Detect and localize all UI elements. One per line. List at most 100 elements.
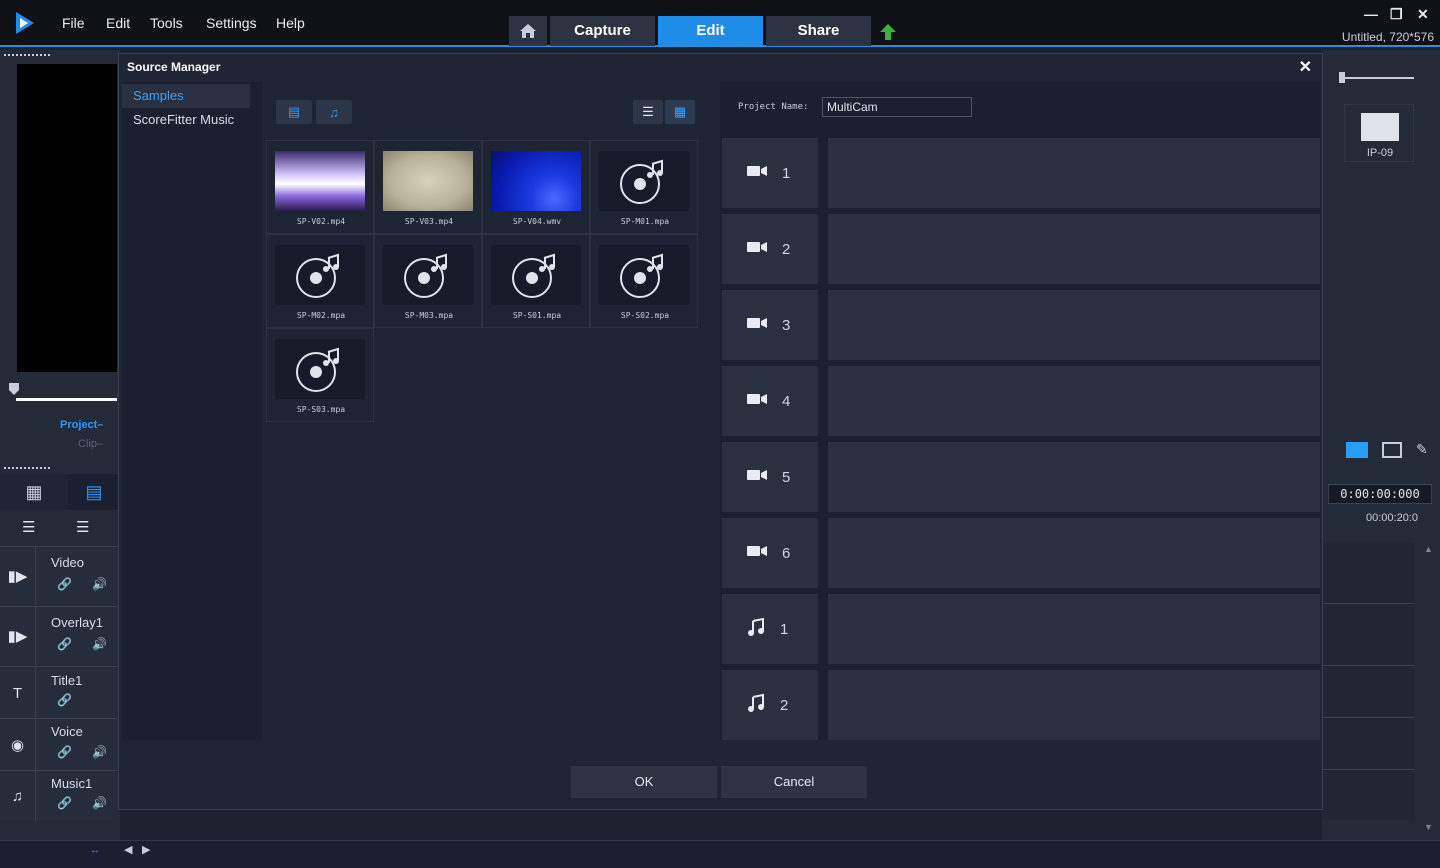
- menu-tools[interactable]: Tools: [150, 15, 183, 31]
- bottom-bar: ↔ ◀ ▶: [0, 840, 1440, 868]
- drag-handle[interactable]: [4, 54, 50, 58]
- media-thumbnail[interactable]: SP-M02.mpa: [266, 234, 374, 328]
- source-drop-track[interactable]: [828, 442, 1320, 512]
- media-thumbnail[interactable]: SP-S01.mpa: [482, 234, 590, 328]
- restore-icon[interactable]: ❐: [1390, 6, 1403, 23]
- source-drop-track[interactable]: [828, 518, 1320, 588]
- media-thumbnail[interactable]: SP-V04.wmv: [482, 140, 590, 234]
- link-icon[interactable]: 🔗: [57, 637, 72, 651]
- link-icon[interactable]: 🔗: [57, 745, 72, 759]
- split-view-icon[interactable]: [1382, 442, 1402, 458]
- media-thumbnail[interactable]: SP-S02.mpa: [590, 234, 698, 328]
- volume-icon[interactable]: 🔊: [92, 745, 107, 759]
- media-filename: SP-V02.mp4: [296, 217, 346, 226]
- source-drop-track[interactable]: [828, 594, 1320, 664]
- mic-icon: ◉: [0, 719, 36, 771]
- tab-capture[interactable]: Capture: [550, 16, 655, 46]
- scroll-down-icon[interactable]: ▼: [1424, 822, 1433, 832]
- source-label: 3: [722, 290, 818, 360]
- media-thumbnail[interactable]: SP-M03.mpa: [374, 234, 482, 328]
- home-button[interactable]: [509, 16, 547, 46]
- volume-icon[interactable]: 🔊: [92, 577, 107, 591]
- library-view-icon[interactable]: [1346, 442, 1368, 458]
- volume-icon[interactable]: 🔊: [92, 637, 107, 651]
- source-number: 1: [780, 620, 789, 638]
- media-thumbnail[interactable]: SP-V03.mp4: [374, 140, 482, 234]
- media-thumbnail[interactable]: SP-S03.mpa: [266, 328, 374, 422]
- project-name-input[interactable]: MultiCam: [822, 97, 972, 117]
- source-label: 5: [722, 442, 818, 512]
- thumbnail-view-icon[interactable]: ▦: [665, 100, 695, 124]
- timeline-lane[interactable]: [1322, 666, 1414, 718]
- track-music1[interactable]: ♫ Music1 🔗 🔊: [0, 770, 117, 821]
- source-drop-track[interactable]: [828, 214, 1320, 284]
- timeline-lane[interactable]: [1322, 604, 1414, 666]
- library-item-samples[interactable]: Samples: [122, 84, 250, 108]
- project-mode-label[interactable]: Project–: [60, 419, 103, 431]
- scrubber-bar[interactable]: [16, 398, 117, 401]
- upload-arrow-icon[interactable]: [878, 22, 898, 42]
- menu-file[interactable]: File: [62, 15, 85, 31]
- scroll-left-icon[interactable]: ◀: [124, 843, 132, 856]
- tab-edit[interactable]: Edit: [658, 16, 763, 46]
- track-manager-icon[interactable]: ☰: [22, 518, 35, 536]
- zoom-slider-handle[interactable]: [1339, 72, 1345, 83]
- cancel-button[interactable]: Cancel: [721, 766, 867, 798]
- show-video-icon[interactable]: ▤: [276, 100, 312, 124]
- source-label: 6: [722, 518, 818, 588]
- volume-icon[interactable]: 🔊: [92, 796, 107, 810]
- multicam-setup: Project Name: MultiCam 1 2 3 4 5 6 1 2: [720, 82, 1320, 740]
- timeline-view-icon[interactable]: ▤: [68, 474, 120, 510]
- library-panel: IP-09 ✎: [1322, 50, 1440, 462]
- show-audio-icon[interactable]: ♫: [316, 100, 352, 124]
- scroll-up-icon[interactable]: ▲: [1424, 544, 1433, 554]
- media-thumbnail[interactable]: SP-V02.mp4: [266, 140, 374, 234]
- drag-handle[interactable]: [4, 467, 50, 471]
- link-icon[interactable]: 🔗: [57, 577, 72, 591]
- timeline-lane[interactable]: [1322, 770, 1414, 820]
- menu-help[interactable]: Help: [276, 15, 305, 31]
- library-item-scorefitter[interactable]: ScoreFitter Music: [122, 108, 250, 132]
- fit-project-icon[interactable]: ↔: [90, 845, 100, 856]
- track-video[interactable]: ▮▶ Video 🔗 🔊: [0, 546, 117, 605]
- source-number: 5: [782, 468, 791, 486]
- timeline-lane[interactable]: [1322, 718, 1414, 770]
- link-icon[interactable]: 🔗: [57, 693, 72, 707]
- audio-row: 2: [722, 670, 1320, 740]
- list-view-icon[interactable]: ☰: [633, 100, 663, 124]
- source-label: 2: [722, 214, 818, 284]
- close-icon[interactable]: ✕: [1299, 57, 1312, 77]
- tab-share[interactable]: Share: [766, 16, 871, 46]
- camera-row: 6: [722, 518, 1320, 588]
- storyboard-view-icon[interactable]: ▦: [0, 474, 68, 510]
- minimize-icon[interactable]: —: [1364, 6, 1378, 22]
- zoom-slider[interactable]: [1342, 77, 1414, 79]
- add-track-icon[interactable]: ☰: [76, 518, 89, 536]
- scroll-right-icon[interactable]: ▶: [142, 843, 150, 856]
- track-overlay1[interactable]: ▮▶ Overlay1 🔗 🔊: [0, 606, 117, 665]
- library-thumbnail[interactable]: IP-09: [1344, 104, 1414, 162]
- source-number: 3: [782, 316, 791, 334]
- link-icon[interactable]: 🔗: [57, 796, 72, 810]
- media-filename: SP-S02.mpa: [620, 311, 670, 320]
- source-drop-track[interactable]: [828, 138, 1320, 208]
- ok-button[interactable]: OK: [571, 766, 717, 798]
- music-icon: ♫: [0, 771, 36, 821]
- timecode-display[interactable]: 0:00:00:000: [1328, 484, 1432, 504]
- source-drop-track[interactable]: [828, 290, 1320, 360]
- dialog-title: Source Manager: [127, 60, 221, 74]
- media-thumbnail[interactable]: SP-M01.mpa: [590, 140, 698, 234]
- source-drop-track[interactable]: [828, 366, 1320, 436]
- track-title1[interactable]: T Title1 🔗: [0, 666, 117, 719]
- menu-edit[interactable]: Edit: [106, 15, 130, 31]
- edit-icon[interactable]: ✎: [1416, 441, 1428, 458]
- source-drop-track[interactable]: [828, 670, 1320, 740]
- scrubber-handle-icon[interactable]: [8, 382, 20, 396]
- track-voice[interactable]: ◉ Voice 🔗 🔊: [0, 718, 117, 771]
- close-window-icon[interactable]: ✕: [1417, 6, 1429, 23]
- top-bar: File Edit Tools Settings Help Capture Ed…: [0, 0, 1440, 47]
- music-note-icon: [746, 693, 766, 717]
- clip-mode-label[interactable]: Clip–: [78, 438, 103, 450]
- timeline-lane[interactable]: [1322, 542, 1414, 604]
- menu-settings[interactable]: Settings: [206, 15, 257, 31]
